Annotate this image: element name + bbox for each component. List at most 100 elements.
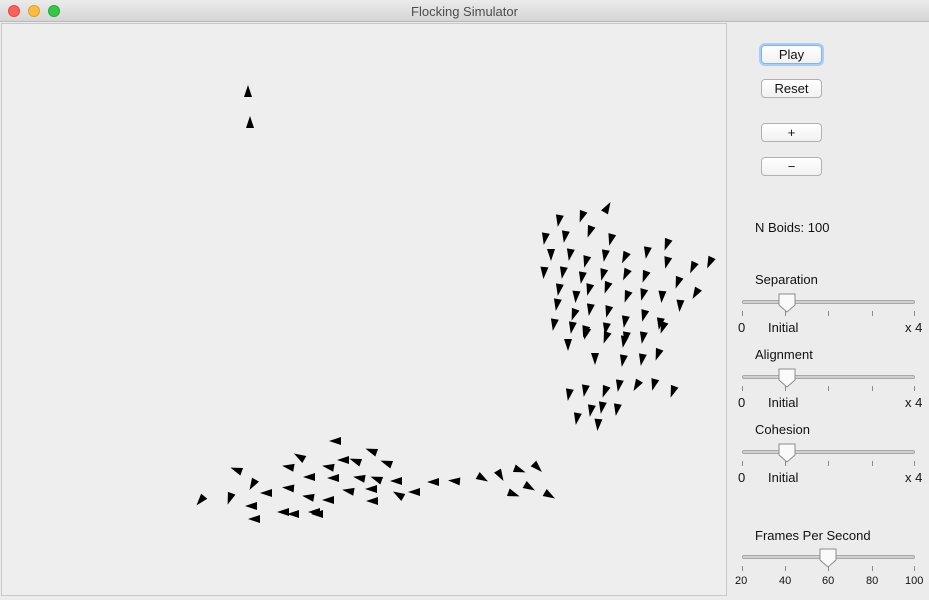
boid	[601, 201, 611, 215]
boid	[613, 403, 622, 416]
alignment-max-label: x 4	[905, 395, 923, 410]
boid	[541, 232, 550, 245]
boid	[571, 307, 580, 321]
boid	[586, 283, 595, 296]
alignment-tick	[828, 386, 829, 391]
boid	[559, 266, 568, 279]
simulation-canvas[interactable]	[1, 23, 727, 596]
control-panel: Play Reset + − N Boids: 100 Separation 0…	[728, 23, 929, 597]
boid	[408, 488, 420, 496]
boid	[303, 473, 315, 481]
window-title: Flocking Simulator	[411, 4, 518, 19]
remove-boid-button[interactable]: −	[761, 157, 822, 176]
boid	[624, 289, 633, 303]
boid	[600, 268, 609, 281]
add-boid-button[interactable]: +	[761, 123, 822, 142]
boid	[572, 290, 581, 303]
boid	[547, 249, 555, 261]
play-button[interactable]: Play	[761, 45, 822, 64]
boid	[568, 321, 577, 334]
boid	[555, 283, 564, 296]
boid	[327, 474, 339, 482]
boid	[196, 493, 208, 506]
boids-layer	[196, 85, 716, 523]
boid	[542, 489, 556, 499]
boid	[622, 250, 631, 264]
boid	[615, 379, 624, 392]
boid	[581, 384, 590, 397]
cohesion-tick	[914, 461, 915, 466]
boid	[246, 116, 254, 128]
boid	[594, 418, 603, 431]
reset-button[interactable]: Reset	[761, 79, 822, 98]
alignment-slider-track[interactable]	[742, 375, 915, 379]
boid	[322, 496, 334, 504]
boid	[619, 354, 628, 367]
boid	[277, 508, 289, 516]
boid	[512, 464, 526, 473]
cohesion-slider-thumb[interactable]	[778, 443, 796, 463]
boid	[604, 280, 613, 294]
fps-tick-label: 80	[866, 575, 879, 587]
boid	[230, 467, 244, 476]
boid	[282, 484, 295, 493]
boid	[353, 474, 366, 483]
cohesion-min-label: 0	[738, 470, 746, 485]
boid	[245, 502, 257, 510]
alignment-initial-label: Initial	[768, 395, 799, 410]
alignment-tick	[914, 386, 915, 391]
cohesion-slider-track[interactable]	[742, 450, 915, 454]
cohesion-tick	[742, 461, 743, 466]
boid	[564, 339, 572, 351]
fps-slider-thumb[interactable]	[819, 548, 837, 568]
alignment-slider-thumb[interactable]	[778, 368, 796, 388]
boid-count-label: N Boids: 100	[755, 220, 830, 235]
boid	[707, 255, 716, 269]
boid	[380, 460, 394, 469]
boid	[329, 437, 341, 445]
boid	[293, 453, 307, 463]
boid	[621, 315, 630, 328]
separation-tick	[914, 311, 915, 316]
boid	[633, 378, 643, 392]
boid	[587, 404, 596, 417]
boid	[583, 255, 592, 268]
boid	[573, 412, 582, 425]
boid	[601, 249, 610, 262]
boid	[655, 347, 664, 361]
boid	[598, 401, 607, 414]
boid	[658, 290, 667, 303]
boid	[561, 230, 570, 243]
cohesion-tick	[828, 461, 829, 466]
boid	[227, 491, 236, 505]
boid	[605, 305, 614, 318]
alignment-label: Alignment	[755, 347, 813, 362]
boid	[342, 487, 355, 496]
boid	[608, 233, 617, 246]
boid	[641, 309, 650, 322]
boid	[643, 246, 652, 259]
boid	[506, 488, 520, 497]
boid	[249, 477, 259, 491]
boid	[530, 460, 542, 472]
boid	[392, 491, 406, 501]
alignment-tick	[872, 386, 873, 391]
boid	[322, 463, 335, 472]
fps-tick	[872, 566, 873, 571]
separation-slider-thumb[interactable]	[778, 293, 796, 313]
boid	[642, 269, 651, 283]
boid	[692, 286, 702, 300]
boid	[565, 388, 574, 401]
boid	[448, 477, 461, 486]
separation-slider-track[interactable]	[742, 300, 915, 304]
boid	[427, 478, 439, 486]
boid	[370, 476, 384, 485]
boid	[651, 378, 660, 391]
boid	[337, 456, 349, 464]
cohesion-tick	[872, 461, 873, 466]
separation-min-label: 0	[738, 320, 746, 335]
boid	[670, 384, 679, 398]
boid	[623, 267, 632, 281]
boid	[365, 448, 379, 457]
fps-tick	[785, 566, 786, 571]
